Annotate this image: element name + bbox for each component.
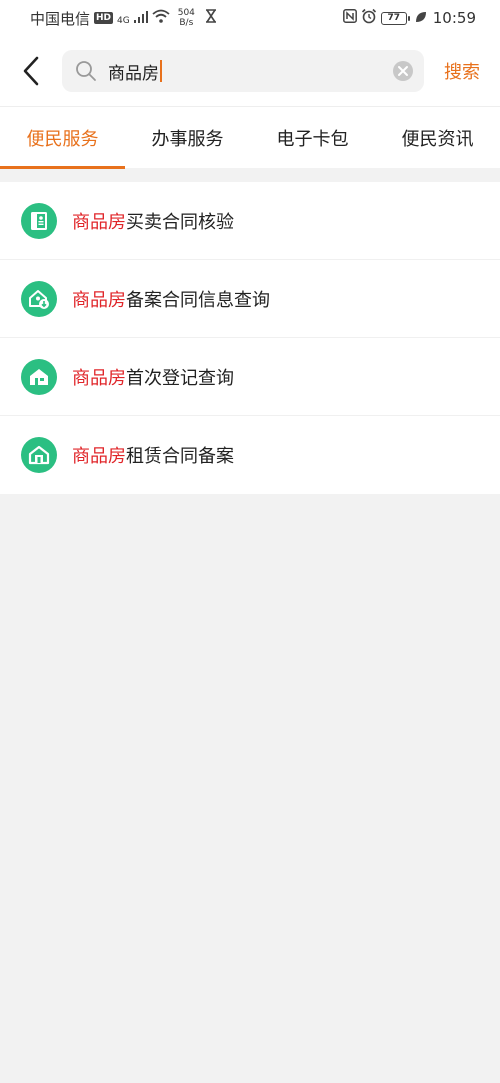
hourglass-icon	[205, 9, 217, 27]
search-button[interactable]: 搜索	[424, 58, 500, 84]
item-rest: 租赁合同备案	[126, 446, 234, 467]
clear-icon[interactable]	[392, 60, 414, 82]
clock-time: 10:59	[432, 9, 476, 27]
network-speed: 504 B/s	[178, 8, 195, 28]
speed-value: 504	[177, 8, 195, 18]
tab-convenience-services[interactable]: 便民服务	[0, 107, 125, 169]
item-highlight: 商品房	[72, 367, 126, 389]
search-query: 商品房	[108, 63, 159, 84]
search-input[interactable]: 商品房	[108, 59, 392, 84]
carrier-name: 中国电信	[30, 9, 91, 28]
list-item[interactable]: 商品房租赁合同备案	[0, 416, 500, 494]
item-title: 商品房首次登记查询	[72, 364, 234, 390]
search-header: 商品房 搜索	[0, 36, 500, 106]
search-box[interactable]: 商品房	[62, 50, 424, 92]
results-list: 商品房买卖合同核验 商品房备案合同信息查询 商品房首次登记查询 商品房租赁合同备…	[0, 182, 500, 494]
app-root: 中国电信 HD 4G 504 B/s 77 10:59 商品房 搜索 便民服务 …	[0, 0, 500, 1083]
contract-icon	[21, 202, 57, 239]
hd-badge: HD	[94, 12, 114, 24]
item-rest: 首次登记查询	[126, 367, 234, 389]
item-rest: 买卖合同核验	[126, 211, 234, 233]
wifi-icon	[152, 9, 170, 27]
signal-icon	[133, 9, 148, 27]
leaf-icon	[415, 9, 427, 27]
list-item[interactable]: 商品房备案合同信息查询	[0, 260, 500, 338]
back-arrow-icon	[23, 56, 39, 86]
battery-indicator: 77	[380, 11, 410, 25]
nfc-icon	[342, 9, 357, 27]
search-icon	[76, 61, 96, 81]
item-highlight: 商品房	[72, 289, 126, 311]
status-bar-left: 中国电信 HD 4G 504 B/s	[30, 8, 217, 29]
house-door-icon	[21, 437, 57, 473]
house-icon	[21, 358, 57, 395]
tab-convenience-news[interactable]: 便民资讯	[375, 107, 500, 169]
tab-affairs-services[interactable]: 办事服务	[125, 107, 250, 169]
item-highlight: 商品房	[72, 211, 126, 233]
item-highlight: 商品房	[72, 446, 126, 467]
item-title: 商品房买卖合同核验	[72, 208, 234, 234]
list-item[interactable]: 商品房首次登记查询	[0, 338, 500, 416]
text-caret	[160, 60, 162, 82]
alarm-icon	[361, 8, 377, 28]
category-tabs: 便民服务 办事服务 电子卡包 便民资讯	[0, 106, 500, 169]
list-item[interactable]: 商品房买卖合同核验	[0, 182, 500, 260]
item-title: 商品房租赁合同备案	[72, 442, 234, 468]
house-download-icon	[21, 280, 57, 317]
back-button[interactable]	[0, 36, 62, 106]
network-type: 4G	[117, 15, 130, 26]
item-title: 商品房备案合同信息查询	[72, 286, 270, 312]
status-bar-right: 77 10:59	[342, 8, 476, 28]
speed-unit: B/s	[179, 18, 194, 28]
status-bar: 中国电信 HD 4G 504 B/s 77 10:59	[0, 0, 500, 36]
tab-e-card-wallet[interactable]: 电子卡包	[250, 107, 375, 169]
item-rest: 备案合同信息查询	[126, 289, 270, 311]
